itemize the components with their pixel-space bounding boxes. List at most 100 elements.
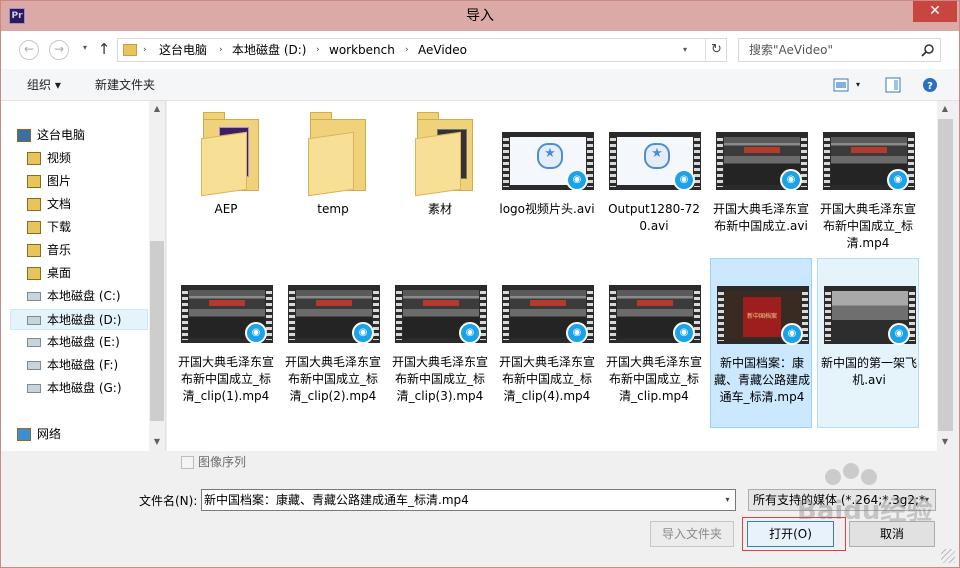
- scroll-up-arrow-icon[interactable]: ▲: [149, 101, 165, 117]
- folder-item[interactable]: temp: [282, 105, 384, 275]
- system-drive-icon: [27, 292, 41, 301]
- title-bar[interactable]: Pr 导入 ✕: [1, 1, 959, 31]
- window-title: 导入: [466, 8, 494, 24]
- sidebar-item-label: 这台电脑: [37, 128, 86, 142]
- breadcrumb-drive-d[interactable]: 本地磁盘 (D:): [232, 39, 306, 61]
- file-name-label: 开国大典毛泽东宣布新中国成立_标清_clip(4).mp4: [498, 355, 595, 403]
- drive-icon: [27, 338, 41, 347]
- file-name-label: 开国大典毛泽东宣布新中国成立.avi: [712, 202, 809, 233]
- computer-icon: [17, 129, 31, 142]
- search-icon[interactable]: [921, 43, 935, 57]
- media-player-badge-icon: ◉: [781, 323, 803, 345]
- video-file-item[interactable]: ◉ 开国大典毛泽东宣布新中国成立_标清_clip.mp4: [603, 258, 705, 428]
- address-box[interactable]: › 这台电脑 › 本地磁盘 (D:) › workbench › AeVideo…: [117, 38, 727, 62]
- file-name-label: 开国大典毛泽东宣布新中国成立_标清_clip.mp4: [605, 355, 702, 403]
- sidebar-item[interactable]: 本地磁盘 (D:): [10, 309, 148, 330]
- scroll-down-arrow-icon[interactable]: ▼: [937, 434, 953, 450]
- view-options-dropdown[interactable]: ▾: [856, 69, 860, 101]
- navigation-scroll-thumb[interactable]: [150, 241, 164, 421]
- breadcrumb-aevideo[interactable]: AeVideo: [418, 39, 467, 61]
- media-player-badge-icon: ◉: [352, 322, 374, 344]
- sidebar-item[interactable]: 视频: [11, 148, 149, 169]
- video-file-item[interactable]: ◉ 开国大典毛泽东宣布新中国成立_标清.mp4: [817, 105, 919, 275]
- refresh-button[interactable]: ↻: [705, 39, 727, 61]
- resize-grip-icon[interactable]: [941, 549, 955, 563]
- film-strip-holes: [503, 288, 509, 340]
- address-dropdown-icon[interactable]: ▾: [683, 39, 687, 61]
- sidebar-item-label: 本地磁盘 (F:): [47, 358, 119, 372]
- video-file-item[interactable]: ◉ logo视频片头.avi: [496, 105, 598, 275]
- sidebar-item[interactable]: 下载: [11, 217, 149, 238]
- video-file-item[interactable]: ◉ 开国大典毛泽东宣布新中国成立.avi: [710, 105, 812, 275]
- sidebar-item[interactable]: 本地磁盘 (G:): [11, 378, 149, 399]
- help-glyph: ?: [927, 81, 933, 92]
- view-options-icon[interactable]: [833, 77, 849, 93]
- sidebar-item[interactable]: 本地磁盘 (C:): [11, 286, 149, 307]
- scroll-up-arrow-icon[interactable]: ▲: [937, 101, 953, 117]
- scroll-down-arrow-icon[interactable]: ▼: [149, 434, 165, 450]
- sidebar-item[interactable]: 音乐: [11, 240, 149, 261]
- close-button[interactable]: ✕: [913, 1, 957, 22]
- sidebar-item[interactable]: 本地磁盘 (E:): [11, 332, 149, 353]
- sidebar-item-label: 视频: [47, 151, 72, 165]
- video-file-item[interactable]: ◉ Output1280-720.avi: [603, 105, 705, 275]
- film-strip-holes: [396, 288, 402, 340]
- help-icon[interactable]: ?: [922, 77, 938, 93]
- file-name-label: temp: [317, 202, 349, 216]
- sidebar-item-label: 音乐: [47, 243, 72, 257]
- sidebar-item-label: 文档: [47, 197, 72, 211]
- video-file-item[interactable]: ◉ 开国大典毛泽东宣布新中国成立_标清_clip(2).mp4: [282, 258, 384, 428]
- search-box[interactable]: 搜索"AeVideo": [738, 38, 941, 62]
- folder-icon: [201, 131, 247, 197]
- media-player-badge-icon: ◉: [566, 169, 588, 191]
- folder-item[interactable]: 素材: [389, 105, 491, 275]
- folder-icon: [308, 131, 354, 197]
- film-strip-holes: [182, 288, 188, 340]
- command-bar: 组织 ▾ 新建文件夹 ▾ ?: [1, 69, 959, 101]
- breadcrumb-separator-icon: ›: [405, 45, 409, 55]
- navigation-scrollbar[interactable]: ▲ ▼: [149, 101, 165, 451]
- up-button[interactable]: ↑: [96, 40, 112, 58]
- breadcrumb-workbench[interactable]: workbench: [329, 39, 395, 61]
- folder-item[interactable]: AEP: [175, 105, 277, 275]
- import-folder-button[interactable]: 导入文件夹: [650, 521, 734, 547]
- sidebar-item-label: 本地磁盘 (E:): [47, 335, 120, 349]
- media-player-badge-icon: ◉: [673, 169, 695, 191]
- back-button[interactable]: ←: [19, 40, 39, 60]
- media-player-badge-icon: ◉: [245, 322, 267, 344]
- file-name-label: 素材: [427, 202, 452, 216]
- forward-button[interactable]: →: [49, 40, 69, 60]
- new-folder-button[interactable]: 新建文件夹: [95, 69, 155, 101]
- video-file-item[interactable]: ◉ 开国大典毛泽东宣布新中国成立_标清_clip(1).mp4: [175, 258, 277, 428]
- file-list-scroll-thumb[interactable]: [938, 119, 953, 431]
- file-name-label: Output1280-720.avi: [608, 202, 700, 233]
- organize-menu[interactable]: 组织 ▾: [27, 69, 61, 101]
- video-file-item[interactable]: ◉ 开国大典毛泽东宣布新中国成立_标清_clip(3).mp4: [389, 258, 491, 428]
- watermark-text: Baidu经验: [797, 495, 932, 526]
- file-name-label: 开国大典毛泽东宣布新中国成立_标清.mp4: [819, 202, 916, 250]
- film-strip-holes: [503, 135, 509, 187]
- sidebar-item[interactable]: 这台电脑: [11, 125, 149, 146]
- sidebar-item[interactable]: 图片: [11, 171, 149, 192]
- filename-input[interactable]: 新中国档案：康藏、青藏公路建成通车_标清.mp4: [201, 489, 736, 511]
- sidebar-item[interactable]: 桌面: [11, 263, 149, 284]
- downloads-folder-icon: [27, 221, 41, 234]
- filename-dropdown-icon[interactable]: ▾: [719, 489, 736, 511]
- preview-pane-icon[interactable]: [885, 77, 901, 93]
- file-list-scrollbar[interactable]: ▲ ▼: [937, 101, 954, 451]
- sidebar-item[interactable]: 网络: [11, 424, 149, 445]
- file-name-label: AEP: [214, 202, 238, 216]
- import-dialog: Pr 导入 ✕ ← → ▾ ↑ › 这台电脑 › 本地磁盘 (D:) › wor…: [0, 0, 960, 568]
- recent-locations-dropdown[interactable]: ▾: [83, 43, 87, 52]
- film-strip-holes: [610, 135, 616, 187]
- sidebar-item-label: 本地磁盘 (C:): [47, 289, 121, 303]
- sidebar-item[interactable]: 本地磁盘 (F:): [11, 355, 149, 376]
- search-placeholder: 搜索"AeVideo": [749, 43, 834, 57]
- video-file-item[interactable]: ◉ 新中国的第一架飞机.avi: [817, 258, 919, 428]
- sidebar-item[interactable]: 文档: [11, 194, 149, 215]
- video-file-item[interactable]: ◉ 新中国档案：康藏、青藏公路建成通车_标清.mp4: [710, 258, 812, 428]
- video-file-item[interactable]: ◉ 开国大典毛泽东宣布新中国成立_标清_clip(4).mp4: [496, 258, 598, 428]
- breadcrumb-this-pc[interactable]: 这台电脑: [159, 39, 207, 61]
- image-sequence-checkbox[interactable]: [181, 456, 194, 469]
- media-player-badge-icon: ◉: [459, 322, 481, 344]
